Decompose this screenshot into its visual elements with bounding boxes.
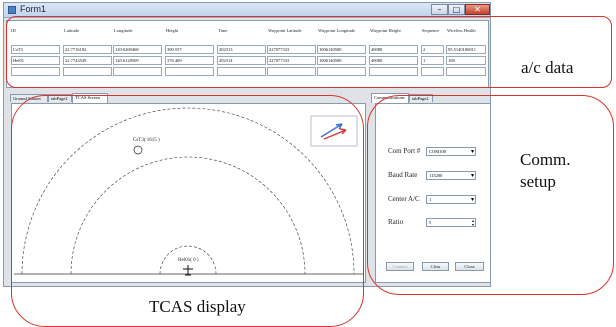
close-window-button[interactable]: ✕ — [465, 4, 490, 15]
comm-caption-line2: setup — [520, 172, 556, 191]
comm-annotation-box — [367, 95, 614, 295]
ac-data-caption: a/c data — [521, 58, 574, 77]
minimize-button[interactable]: – — [431, 4, 448, 15]
tcas-caption: TCAS display — [149, 297, 246, 316]
app-icon — [8, 6, 16, 14]
maximize-button[interactable]: □ — [448, 4, 465, 15]
tcas-annotation-box — [11, 95, 364, 327]
window-title: Form1 — [20, 4, 47, 14]
comm-caption-line1: Comm. — [520, 150, 571, 169]
